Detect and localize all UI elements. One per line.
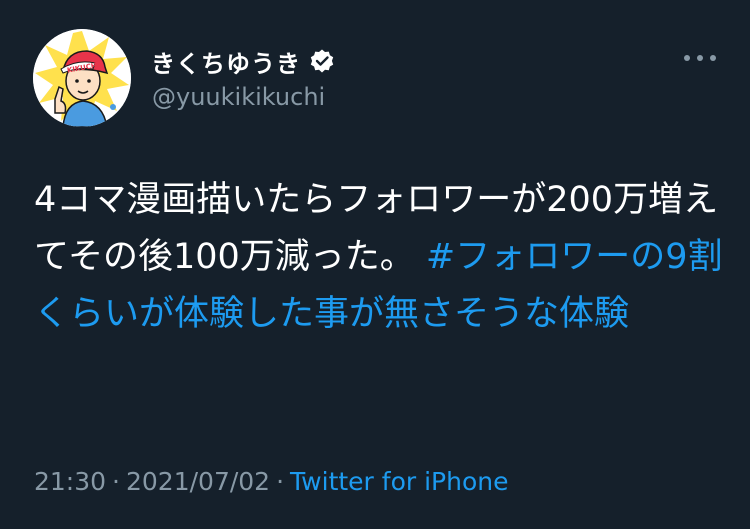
meta-separator: · — [276, 467, 285, 496]
verified-badge-icon — [309, 48, 335, 74]
display-name-row: きくちゆうき — [151, 44, 335, 79]
user-handle[interactable]: @yuukikikuchi — [152, 83, 325, 111]
avatar[interactable]: KIKUCHI — [33, 29, 131, 127]
tweet-meta: 21:30 · 2021/07/02 · Twitter for iPhone — [34, 467, 509, 496]
tweet-time[interactable]: 21:30 — [34, 467, 106, 496]
avatar-illustration: KIKUCHI — [33, 29, 131, 127]
display-name[interactable]: きくちゆうき — [151, 44, 301, 79]
more-icon[interactable] — [684, 50, 716, 66]
tweet: KIKUCHI きくちゆうき @yuukikikuchi 4コマ漫画描いたらフォ… — [0, 0, 750, 529]
more-dot — [697, 55, 703, 61]
tweet-text: 4コマ漫画描いたらフォロワーが200万増えてその後100万減った。 #フォロワー… — [34, 172, 724, 343]
tweet-date[interactable]: 2021/07/02 — [126, 467, 270, 496]
meta-separator: · — [112, 467, 120, 496]
more-dot — [684, 55, 690, 61]
tweet-source-link[interactable]: Twitter for iPhone — [290, 467, 508, 496]
more-dot — [710, 55, 716, 61]
